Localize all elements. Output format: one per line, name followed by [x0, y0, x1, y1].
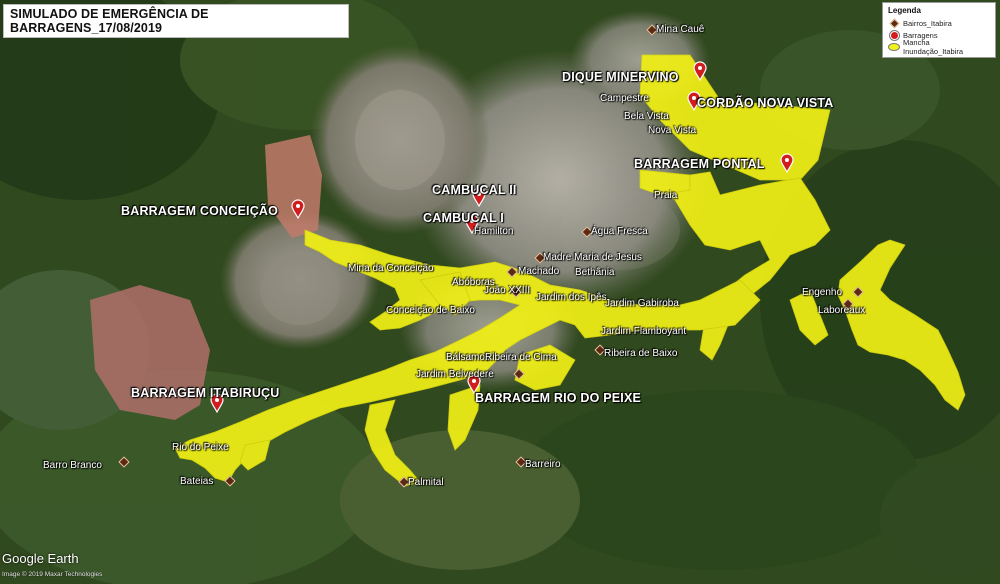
map-title-box: SIMULADO DE EMERGÊNCIA DE BARRAGENS_17/0…	[3, 4, 349, 38]
neighborhood-label-campestre: Campestre	[600, 93, 649, 104]
neighborhood-label-jardim-belvedere: Jardim Belvedere	[416, 369, 494, 380]
dam-label-cordao-nova-vista: CORDÃO NOVA VISTA	[697, 96, 834, 110]
dam-label-barragem-itabirucu: BARRAGEM ITABIRUÇU	[131, 386, 280, 400]
dam-label-cambucal-ii: CAMBUCAL II	[432, 183, 517, 197]
neighborhood-label-engenho: Engenho	[802, 287, 843, 298]
legend-item-label: Bairros_Itabira	[903, 18, 952, 28]
neighborhood-label-bethania: Bethânia	[575, 267, 615, 278]
neighborhood-label-jardim-flamboyant: Jardim Flamboyant	[601, 326, 687, 337]
legend-panel: Legenda Bairros_Itabira Barragens Mancha…	[882, 2, 996, 58]
neighborhood-label-jardim-gabiroba: Jardim Gabiroba	[605, 298, 679, 309]
dam-label-barragem-pontal: BARRAGEM PONTAL	[634, 157, 765, 171]
neighborhood-label-bateias: Bateias	[180, 476, 214, 487]
dam-label-dique-minervino: DIQUE MINERVINO	[562, 70, 679, 84]
dam-label-barragem-rio-do-peixe: BARRAGEM RIO DO PEIXE	[475, 391, 642, 405]
google-earth-logo: Google Earth	[2, 551, 79, 566]
dam-label-cambucal-i: CAMBUCAL I	[423, 211, 504, 225]
neighborhood-label-joao-xxiii: João XXIII	[484, 285, 531, 296]
pin-icon	[888, 30, 900, 40]
neighborhood-label-laboreaux: Laboreaux	[818, 305, 866, 316]
legend-title: Legenda	[888, 6, 921, 15]
neighborhood-label-praia: Praia	[654, 190, 678, 201]
diamond-icon	[888, 18, 900, 28]
neighborhood-label-barreiro: Barreiro	[525, 459, 561, 470]
neighborhood-label-ribeira-de-baixo: Ribeira de Baixo	[604, 348, 678, 359]
neighborhood-label-mina-da-conceicao: Mina da Conceição	[348, 263, 434, 274]
dam-pin-icon[interactable]	[693, 61, 707, 81]
neighborhood-label-machado: Machado	[518, 266, 560, 277]
satellite-map[interactable]: SIMULADO DE EMERGÊNCIA DE BARRAGENS_17/0…	[0, 0, 1000, 584]
legend-item-label: Mancha Inundação_Itabira	[903, 38, 964, 56]
legend-item-mancha: Mancha Inundação_Itabira	[888, 38, 990, 56]
map-title: SIMULADO DE EMERGÊNCIA DE BARRAGENS_17/0…	[10, 7, 209, 35]
ellipse-icon	[888, 42, 900, 52]
neighborhood-label-jardim-dos-ipes: Jardim dos Ipês	[536, 292, 607, 303]
neighborhood-label-ribeira-de-cima: Ribeira de Cima	[485, 352, 557, 363]
dam-label-barragem-conceicao: BARRAGEM CONCEIÇÃO	[121, 204, 279, 218]
neighborhood-label-mina-caue: Mina Cauê	[656, 24, 705, 35]
neighborhood-label-conceicao-de-baixo: Conceição de Baixo	[386, 305, 475, 316]
neighborhood-label-rio-do-peixe: Rio do Peixe	[172, 442, 229, 453]
neighborhood-label-hamilton: Hamilton	[474, 226, 514, 237]
neighborhood-label-nova-vista: Nova Vista	[648, 125, 697, 136]
neighborhood-label-agua-fresca: Água Fresca	[591, 226, 648, 237]
legend-item-bairros: Bairros_Itabira	[888, 17, 990, 29]
neighborhood-label-palmital: Palmital	[408, 477, 444, 488]
dam-pin-icon[interactable]	[780, 153, 794, 173]
imagery-credit: Image © 2019 Maxar Technologies	[2, 571, 103, 578]
neighborhood-label-bela-vista: Bela Vista	[624, 111, 669, 122]
neighborhood-label-madre-maria-de-jesus: Madre Maria de Jesus	[543, 252, 642, 263]
neighborhood-label-balsamos: Bálsamos	[446, 352, 490, 363]
neighborhood-label-barro-branco: Barro Branco	[43, 460, 102, 471]
dam-pin-icon[interactable]	[291, 199, 305, 219]
